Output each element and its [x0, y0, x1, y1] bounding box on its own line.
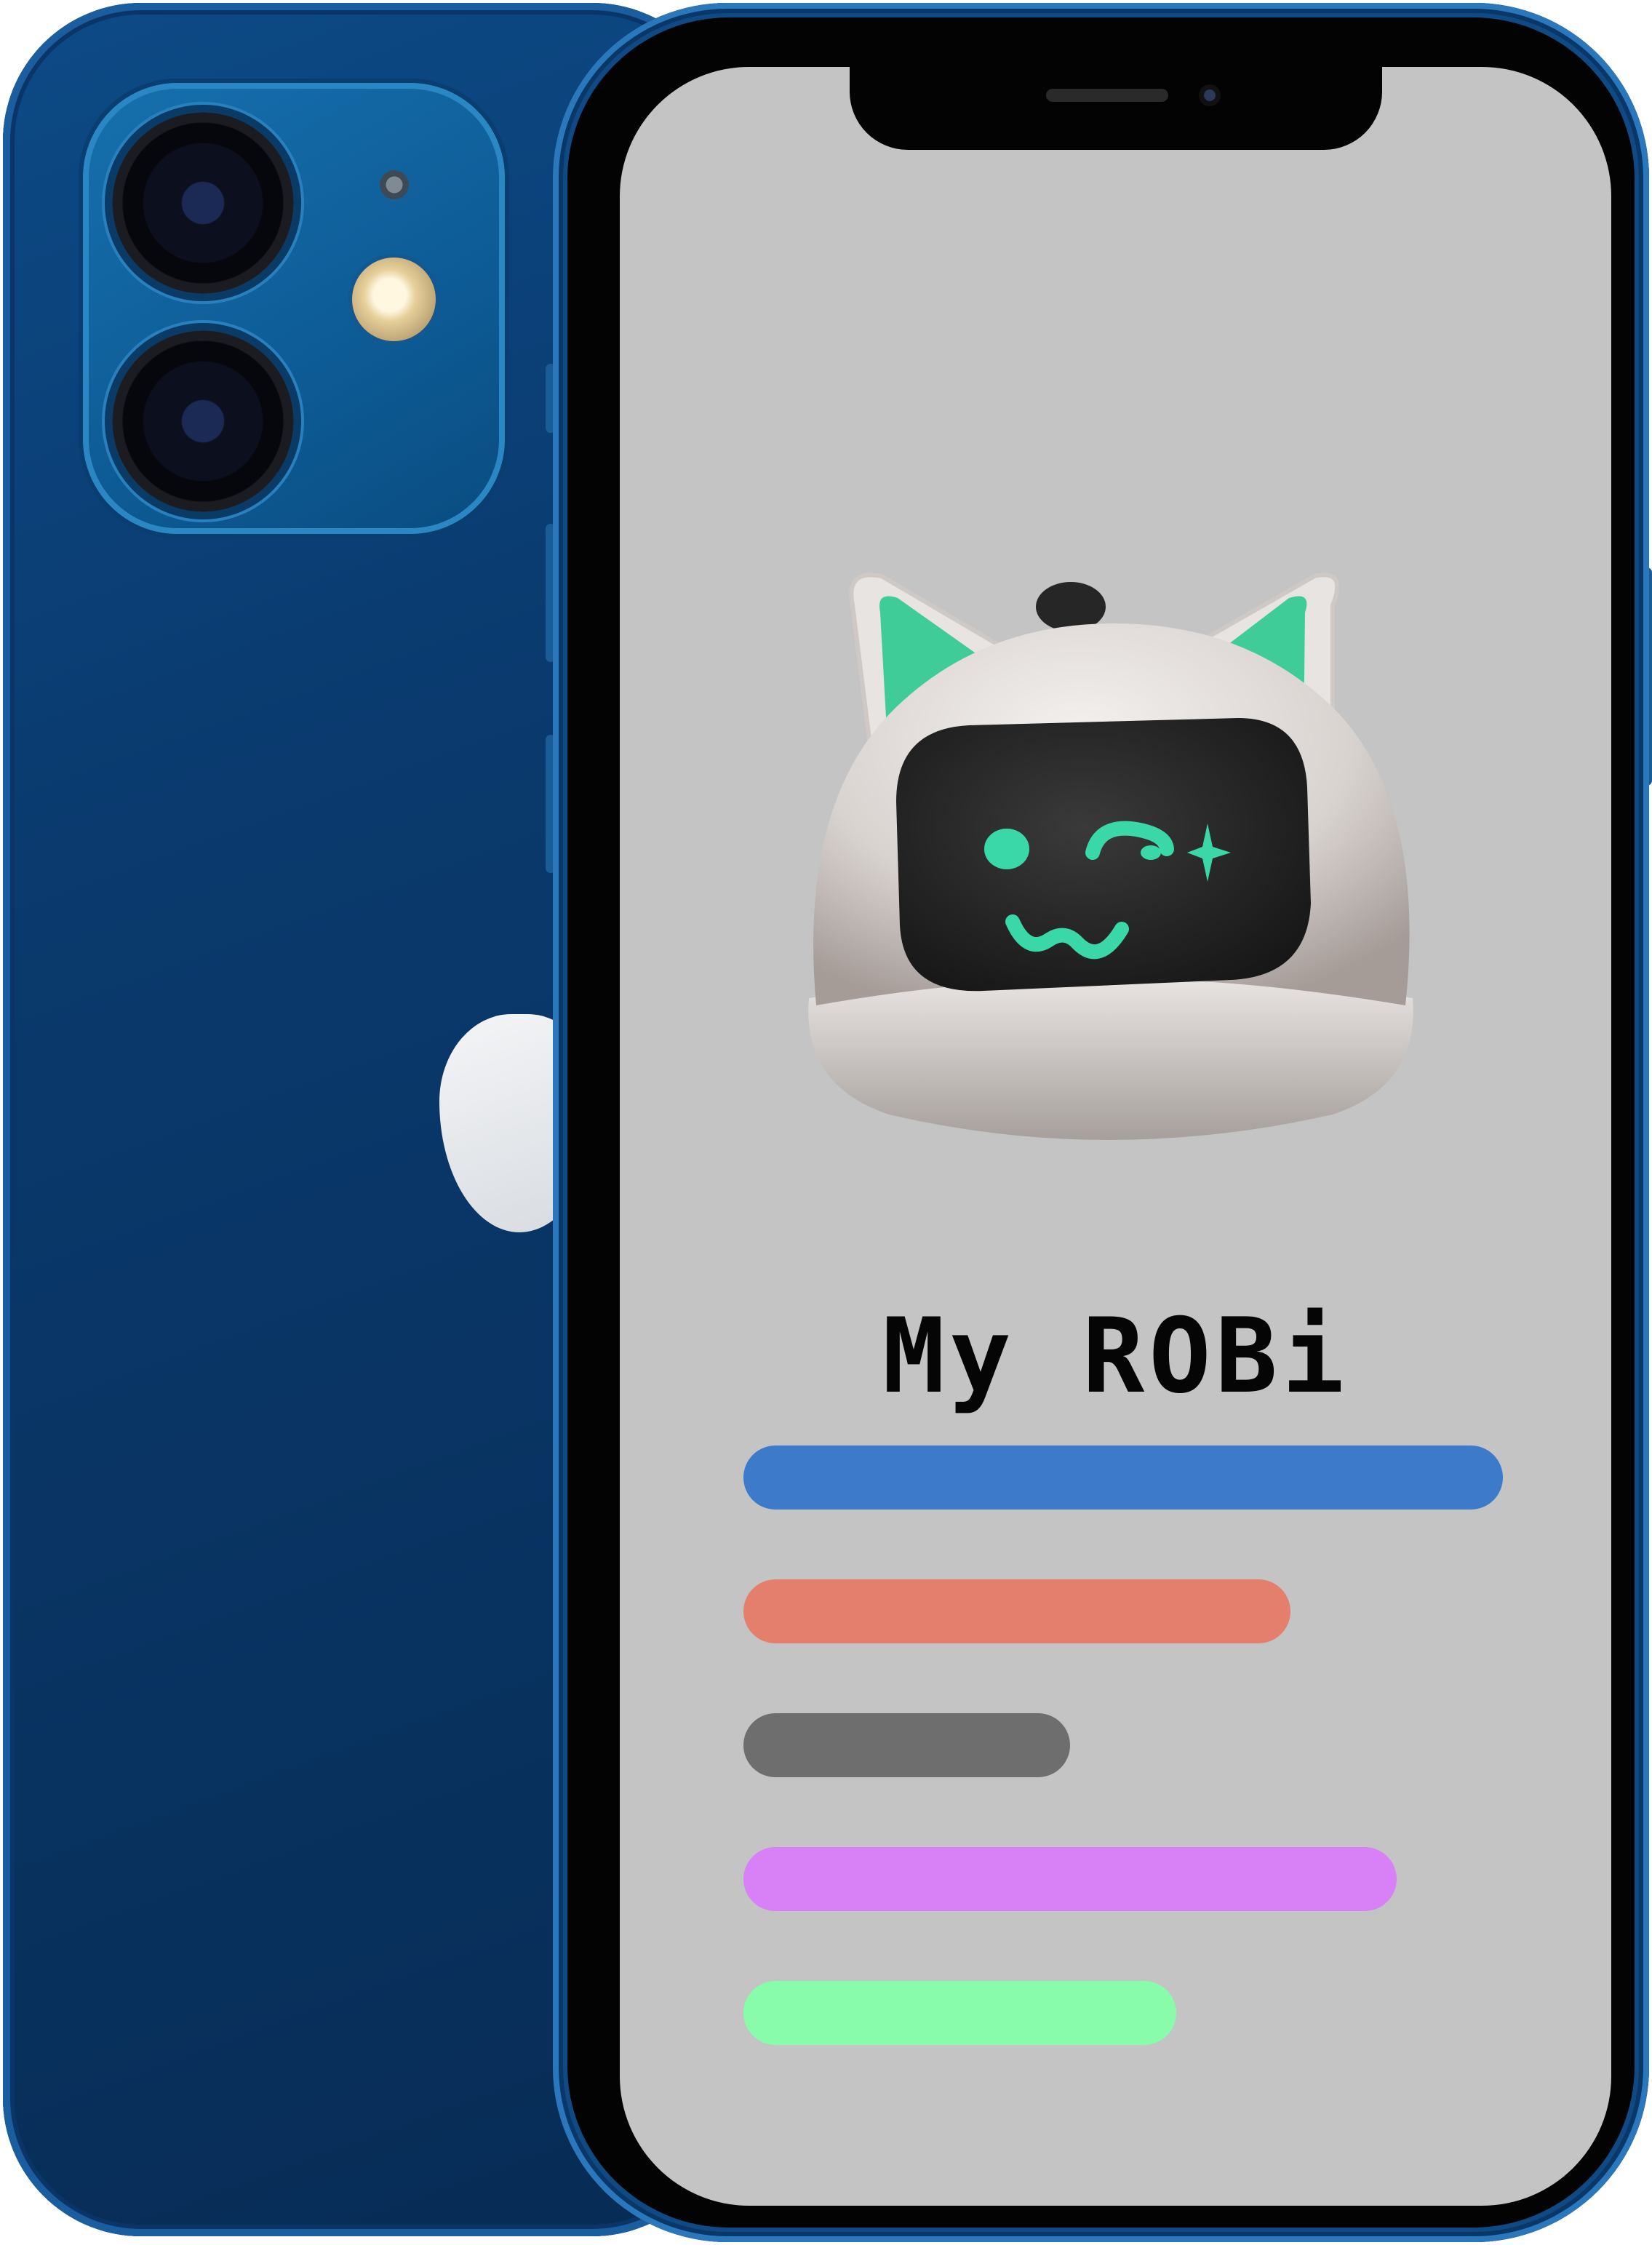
progress-bar-4 — [743, 1847, 1397, 1911]
camera-module — [83, 83, 505, 534]
phone-screen: My ROBi — [620, 67, 1611, 2206]
notch — [850, 67, 1382, 150]
progress-bar-3 — [743, 1713, 1070, 1777]
phone-bezel: My ROBi — [567, 17, 1635, 2228]
progress-bar-5 — [743, 1981, 1176, 2045]
robot-cat-mascot-icon — [808, 573, 1413, 1140]
progress-bar-1 — [743, 1446, 1503, 1510]
microphone-icon — [380, 170, 409, 199]
earpiece-speaker — [1046, 89, 1168, 102]
mockup-stage: My ROBi — [0, 0, 1652, 2245]
progress-bar-2 — [743, 1579, 1290, 1643]
page-title: My ROBi — [882, 1296, 1349, 1416]
camera-lens-icon — [112, 112, 294, 294]
phone-front: My ROBi — [553, 3, 1649, 2242]
front-camera-icon — [1199, 84, 1221, 106]
camera-lens-icon — [112, 330, 294, 512]
flash-icon — [352, 258, 436, 341]
